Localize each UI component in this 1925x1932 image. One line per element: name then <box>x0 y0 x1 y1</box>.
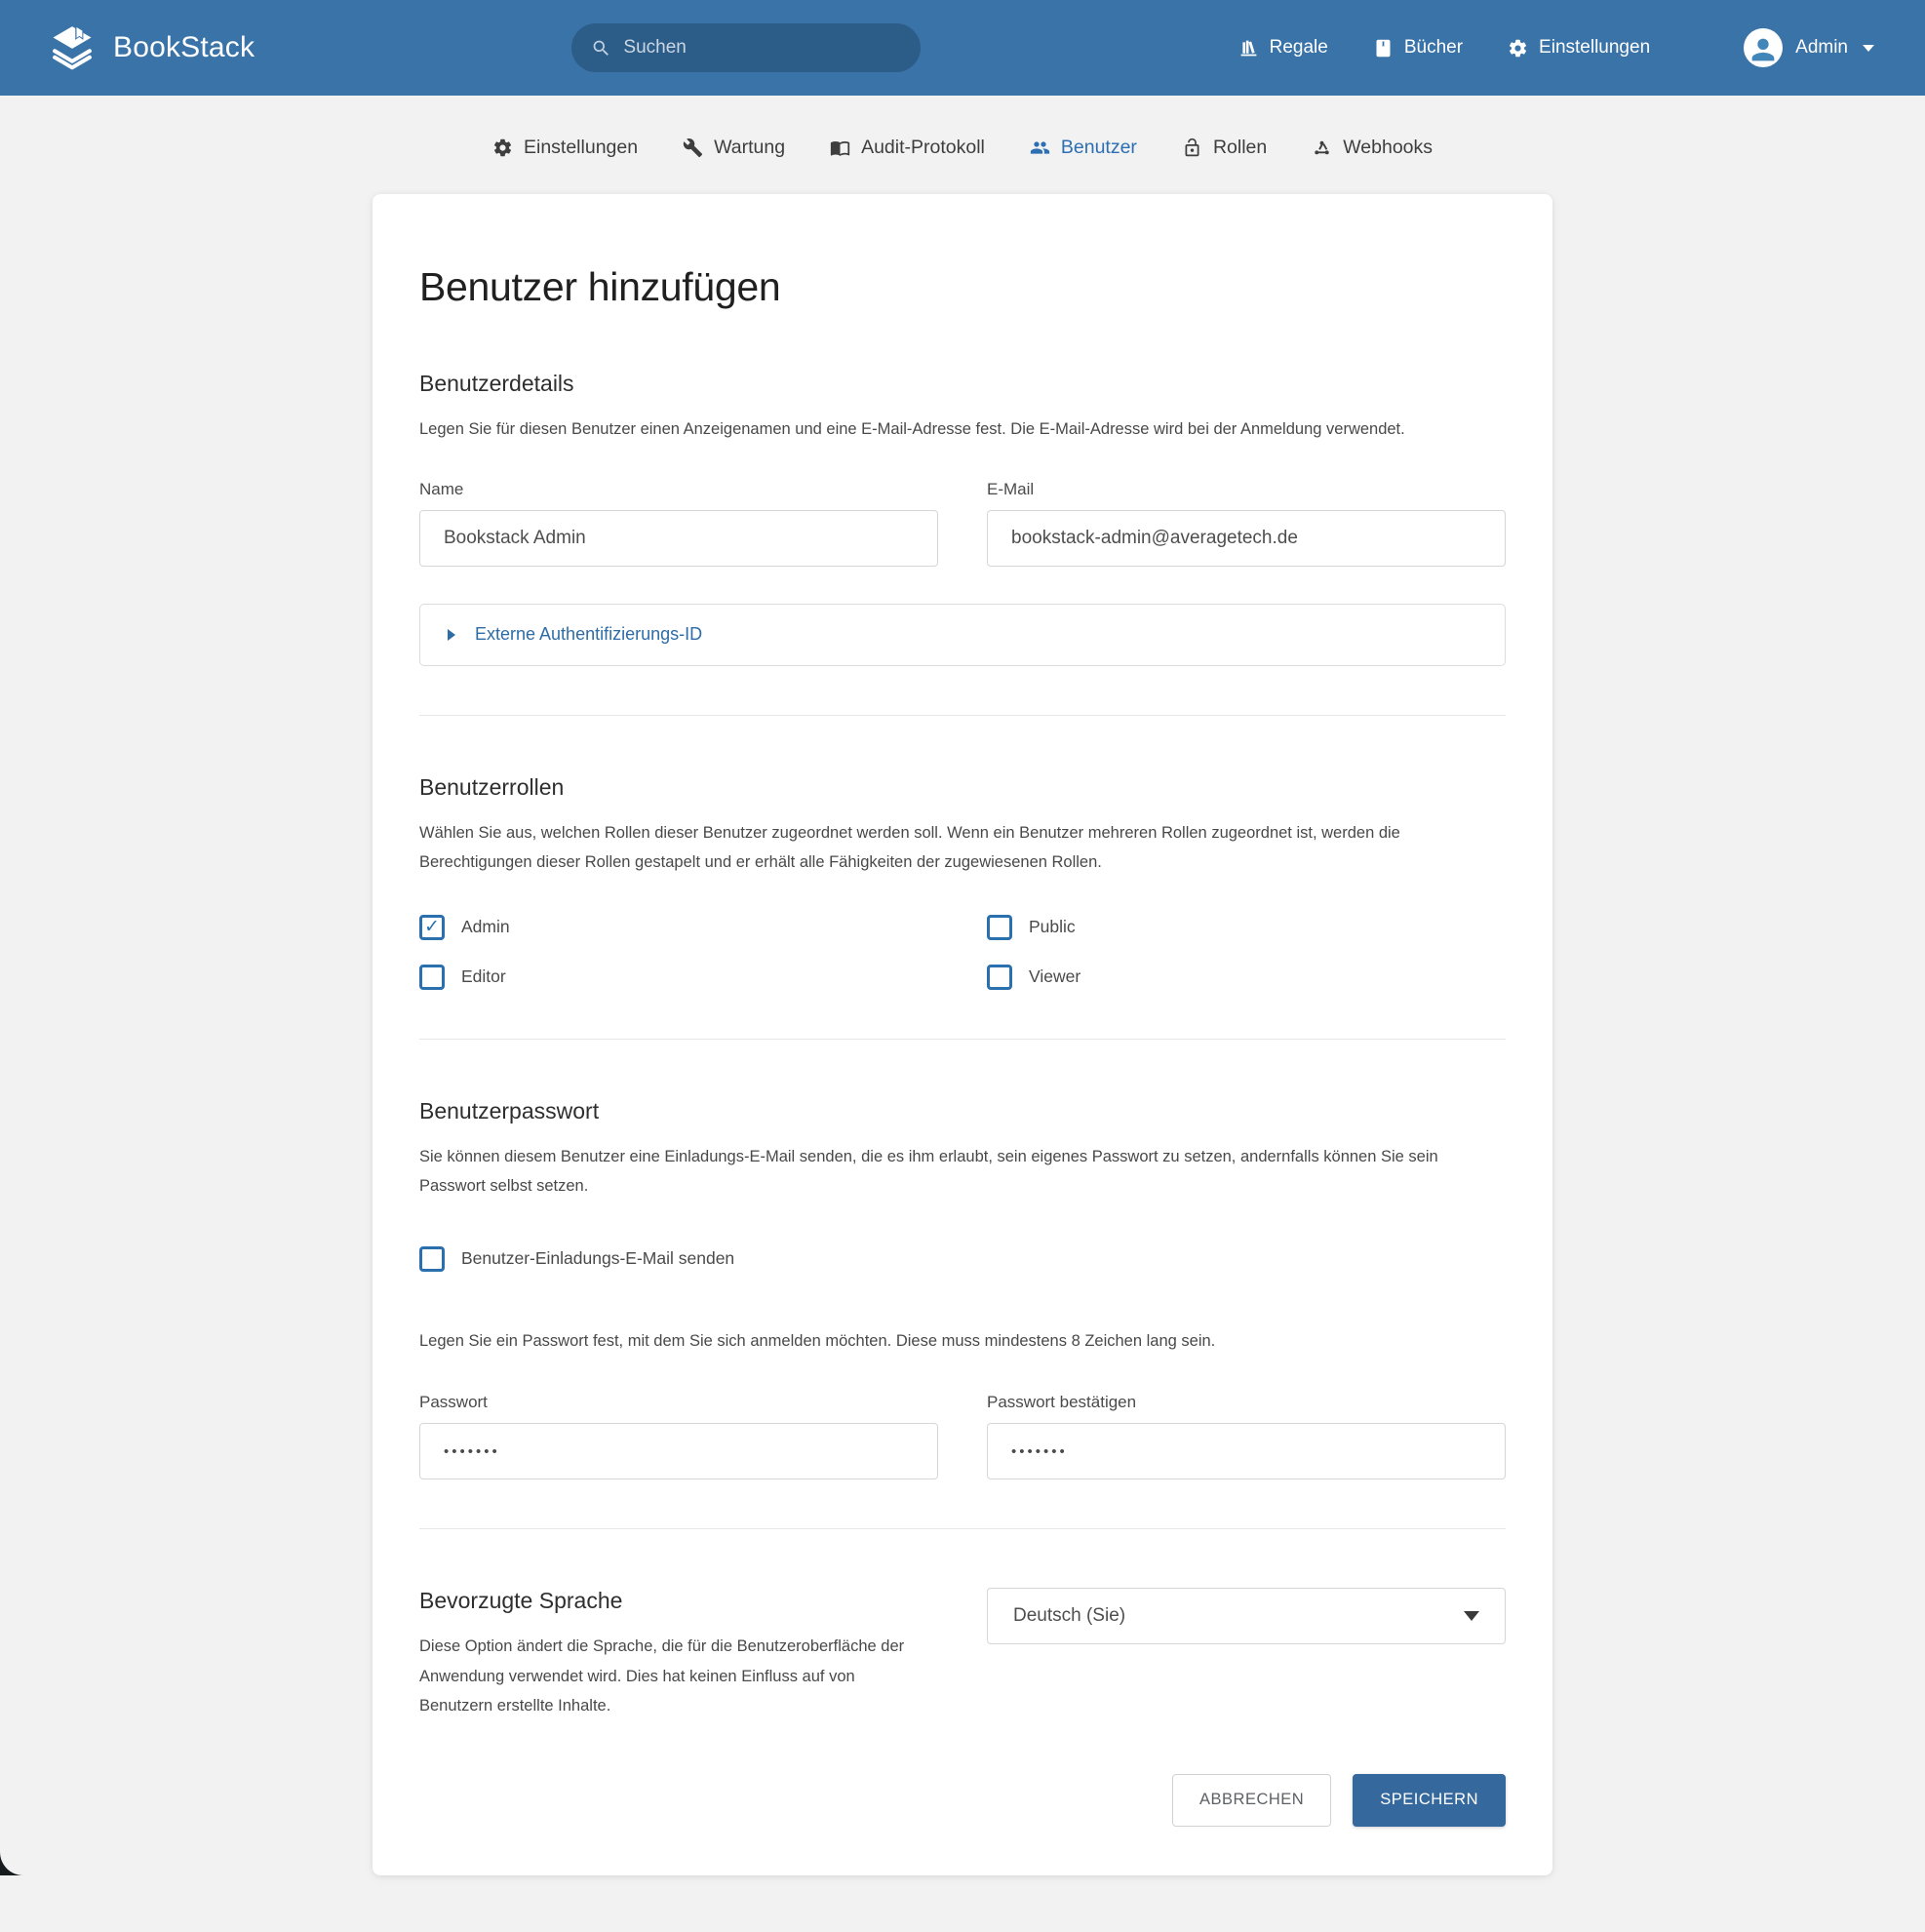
confirm-password-label: Passwort bestätigen <box>987 1393 1506 1412</box>
bookshelf-icon <box>1238 38 1259 59</box>
tab-webhooks[interactable]: Webhooks <box>1312 137 1433 159</box>
tab-audit-protokoll[interactable]: Audit-Protokoll <box>830 137 985 159</box>
nav-shelves-label: Regale <box>1270 37 1328 59</box>
brand-name: BookStack <box>113 31 255 64</box>
language-select[interactable]: Deutsch (Sie) <box>987 1588 1506 1644</box>
invite-email-label: Benutzer-Einladungs-E-Mail senden <box>461 1248 734 1269</box>
divider <box>419 715 1506 716</box>
users-icon <box>1030 138 1050 158</box>
role-checkbox-admin[interactable]: Admin <box>419 915 510 940</box>
checkbox-icon <box>987 915 1012 940</box>
nav-books-label: Bücher <box>1404 37 1463 59</box>
section-description: Sie können diesem Benutzer eine Einladun… <box>419 1142 1506 1202</box>
page-title: Benutzer hinzufügen <box>419 264 1506 310</box>
account-menu[interactable]: Admin <box>1744 28 1874 67</box>
webhook-icon <box>1312 138 1332 158</box>
external-auth-toggle[interactable]: Externe Authentifizierungs-ID <box>419 604 1506 666</box>
top-navbar: BookStack Regale Bücher Einstellun <box>0 0 1925 96</box>
section-description: Legen Sie für diesen Benutzer einen Anze… <box>419 414 1506 445</box>
divider <box>419 1039 1506 1040</box>
bookstack-logo-icon <box>47 22 98 73</box>
dropdown-arrow-icon <box>1464 1611 1479 1621</box>
tab-einstellungen[interactable]: Einstellungen <box>492 137 638 159</box>
tab-rollen[interactable]: Rollen <box>1182 137 1267 159</box>
section-heading: Benutzerrollen <box>419 774 1506 801</box>
email-label: E-Mail <box>987 480 1506 499</box>
nav-settings-label: Einstellungen <box>1539 37 1650 59</box>
checkbox-icon <box>419 965 445 990</box>
role-label: Editor <box>461 966 506 987</box>
checkbox-icon <box>419 915 445 940</box>
nav-settings[interactable]: Einstellungen <box>1508 37 1650 59</box>
nav-books[interactable]: Bücher <box>1373 37 1463 59</box>
user-icon <box>1747 33 1780 66</box>
search-box[interactable] <box>571 23 921 72</box>
divider <box>419 1528 1506 1529</box>
section-heading: Benutzerdetails <box>419 371 1506 397</box>
search-input[interactable] <box>623 37 901 59</box>
password-input[interactable]: ••••••• <box>419 1423 938 1479</box>
tab-label: Webhooks <box>1343 137 1433 159</box>
section-language: Bevorzugte Sprache Diese Option ändert d… <box>419 1588 1506 1721</box>
avatar <box>1744 28 1783 67</box>
tab-wartung[interactable]: Wartung <box>683 137 785 159</box>
role-label: Viewer <box>1029 966 1080 987</box>
account-name: Admin <box>1795 37 1848 59</box>
external-auth-label: Externe Authentifizierungs-ID <box>475 624 702 645</box>
section-user-roles: Benutzerrollen Wählen Sie aus, welchen R… <box>419 774 1506 990</box>
name-label: Name <box>419 480 938 499</box>
email-input[interactable] <box>987 510 1506 567</box>
password-value: ••••••• <box>444 1443 500 1460</box>
tab-label: Rollen <box>1213 137 1267 159</box>
cancel-button[interactable]: ABBRECHEN <box>1172 1774 1331 1827</box>
confirm-password-input[interactable]: ••••••• <box>987 1423 1506 1479</box>
gear-icon <box>492 138 513 158</box>
tab-benutzer[interactable]: Benutzer <box>1030 137 1137 159</box>
save-button[interactable]: SPEICHERN <box>1353 1774 1506 1827</box>
password-label: Passwort <box>419 1393 938 1412</box>
search-icon <box>591 38 611 59</box>
add-user-card: Benutzer hinzufügen Benutzerdetails Lege… <box>373 194 1552 1875</box>
section-user-password: Benutzerpasswort Sie können diesem Benut… <box>419 1098 1506 1480</box>
window-corner <box>0 1848 27 1875</box>
role-checkbox-viewer[interactable]: Viewer <box>987 965 1080 990</box>
set-password-text: Legen Sie ein Passwort fest, mit dem Sie… <box>419 1326 1506 1357</box>
tab-label: Einstellungen <box>524 137 638 159</box>
checkbox-icon <box>419 1246 445 1272</box>
name-input[interactable] <box>419 510 938 567</box>
section-heading: Bevorzugte Sprache <box>419 1588 938 1614</box>
tab-label: Benutzer <box>1061 137 1137 159</box>
role-label: Admin <box>461 917 510 937</box>
bookstack-logo[interactable]: BookStack <box>47 22 255 73</box>
book-icon <box>1373 38 1394 59</box>
chevron-right-icon <box>448 629 455 641</box>
section-user-details: Benutzerdetails Legen Sie für diesen Ben… <box>419 371 1506 666</box>
lock-open-icon <box>1182 138 1202 158</box>
role-label: Public <box>1029 917 1076 937</box>
checkbox-icon <box>987 965 1012 990</box>
confirm-password-value: ••••••• <box>1011 1443 1068 1460</box>
section-description: Diese Option ändert die Sprache, die für… <box>419 1632 907 1721</box>
section-description: Wählen Sie aus, welchen Rollen dieser Be… <box>419 818 1506 878</box>
invite-email-checkbox[interactable]: Benutzer-Einladungs-E-Mail senden <box>419 1246 734 1272</box>
settings-tabs: Einstellungen Wartung Audit-Protokoll Be… <box>0 96 1925 194</box>
role-checkbox-public[interactable]: Public <box>987 915 1076 940</box>
section-heading: Benutzerpasswort <box>419 1098 1506 1124</box>
wrench-icon <box>683 138 703 158</box>
role-checkbox-editor[interactable]: Editor <box>419 965 506 990</box>
chevron-down-icon <box>1863 45 1874 52</box>
tab-label: Audit-Protokoll <box>861 137 985 159</box>
tab-label: Wartung <box>714 137 785 159</box>
open-book-icon <box>830 138 850 158</box>
gear-icon <box>1508 38 1528 59</box>
nav-shelves[interactable]: Regale <box>1238 37 1328 59</box>
language-selected-value: Deutsch (Sie) <box>1013 1605 1125 1627</box>
